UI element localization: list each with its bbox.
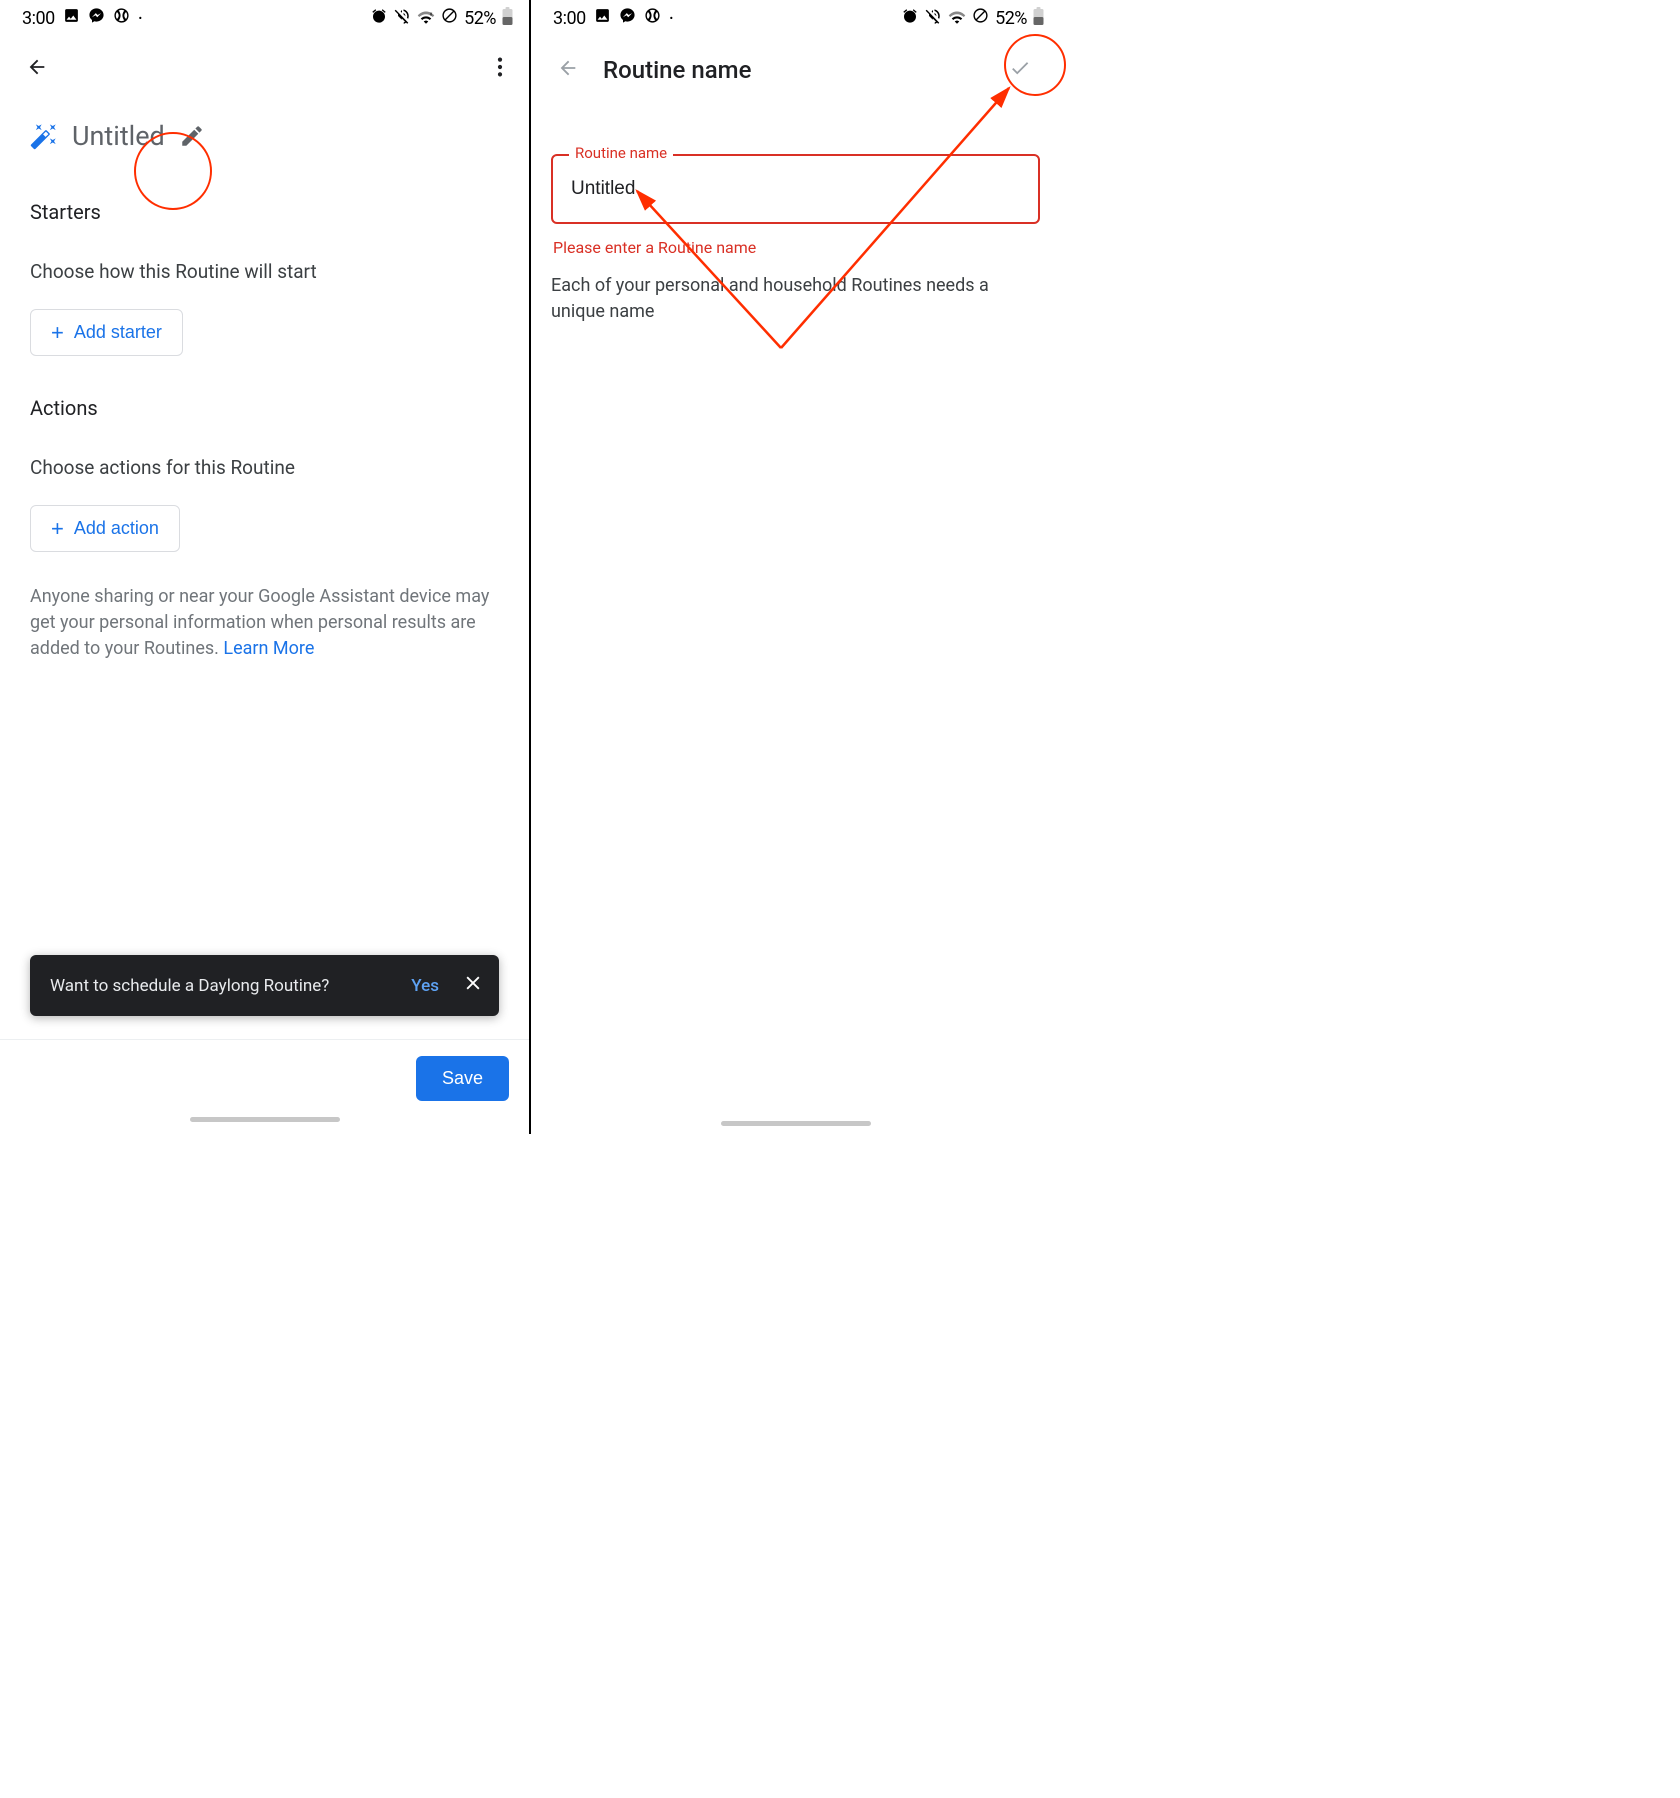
add-action-label: Add action (74, 518, 159, 539)
magic-wand-icon (30, 122, 58, 150)
do-not-disturb-icon (972, 7, 989, 29)
actions-subtitle: Choose actions for this Routine (30, 456, 499, 479)
screen-rename-routine: 3:00 · 52% Routine name Routine n (531, 0, 1060, 1134)
screen-routine-editor: 3:00 · x 52% Unti (0, 0, 529, 1134)
alarm-icon (371, 8, 387, 29)
starters-section: Starters Choose how this Routine will st… (0, 160, 529, 356)
field-error-text: Please enter a Routine name (531, 224, 1060, 257)
field-hint-text: Each of your personal and household Rout… (531, 257, 1060, 325)
battery-icon (1033, 7, 1044, 30)
wifi-icon (948, 8, 966, 29)
routine-name-field-wrap: Routine name (551, 154, 1040, 224)
battery-percent: 52% (995, 8, 1027, 29)
actions-section: Actions Choose actions for this Routine … (0, 356, 529, 552)
snackbar-yes-button[interactable]: Yes (411, 976, 439, 996)
add-action-button[interactable]: + Add action (30, 505, 180, 552)
bottom-bar: Save (0, 1039, 529, 1134)
gallery-icon (63, 7, 80, 29)
alarm-icon (902, 8, 918, 29)
routine-name-field-label: Routine name (569, 144, 673, 162)
disclosure-text: Anyone sharing or near your Google Assis… (0, 552, 529, 662)
messenger-icon (619, 7, 636, 29)
mute-vibrate-icon (393, 7, 411, 30)
gallery-icon (594, 7, 611, 29)
app-bar-left (0, 36, 529, 102)
routine-name-input[interactable] (551, 154, 1040, 224)
nav-home-indicator (721, 1121, 871, 1126)
mute-vibrate-icon (924, 7, 942, 30)
starters-label: Starters (30, 200, 499, 224)
back-button[interactable] (26, 56, 48, 82)
add-starter-label: Add starter (74, 322, 162, 343)
overflow-menu-button[interactable] (487, 56, 513, 82)
status-bar: 3:00 · 52% (531, 0, 1060, 36)
learn-more-link[interactable]: Learn More (223, 638, 314, 659)
status-time: 3:00 (22, 8, 55, 29)
battery-percent: 52% (464, 8, 496, 29)
routine-title-row: Untitled (0, 102, 529, 160)
back-button[interactable] (557, 57, 579, 83)
status-time: 3:00 (553, 8, 586, 29)
add-starter-button[interactable]: + Add starter (30, 309, 183, 356)
sports-icon (113, 7, 130, 29)
annotation-highlight-circle (1004, 34, 1066, 96)
save-button[interactable]: Save (416, 1056, 509, 1101)
snackbar-close-button[interactable] (463, 973, 483, 998)
actions-label: Actions (30, 396, 499, 420)
messenger-icon (88, 7, 105, 29)
nav-home-indicator (190, 1117, 340, 1122)
annotation-highlight-circle (134, 132, 212, 210)
wifi-icon: x (417, 8, 435, 29)
sports-icon (644, 7, 661, 29)
do-not-disturb-icon (441, 7, 458, 29)
app-bar-right: Routine name (531, 36, 1060, 104)
snackbar-text: Want to schedule a Daylong Routine? (50, 976, 329, 996)
battery-icon (502, 7, 513, 30)
starters-subtitle: Choose how this Routine will start (30, 260, 499, 283)
status-bar: 3:00 · x 52% (0, 0, 529, 36)
snackbar: Want to schedule a Daylong Routine? Yes (30, 955, 499, 1016)
screen-title: Routine name (603, 56, 751, 84)
